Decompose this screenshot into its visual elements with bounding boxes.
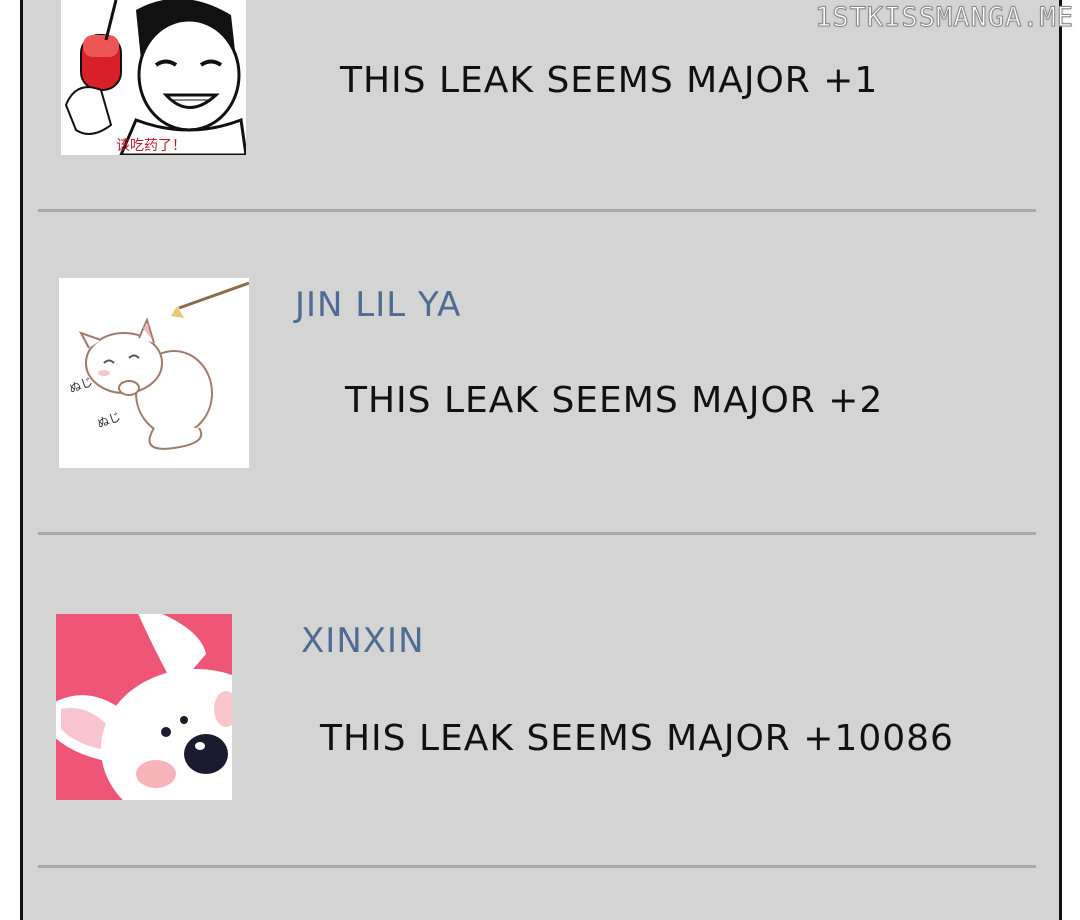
comment-divider [38,532,1036,535]
comment-divider [38,209,1036,212]
comment-username: XINXIN [301,621,425,661]
comment-text: THIS LEAK SEEMS MAJOR +10086 [320,718,954,759]
avatar-caption: 该吃药了！ [116,138,186,154]
comment-username: JIN LIL YA [295,285,462,325]
comment-text: THIS LEAK SEEMS MAJOR +2 [345,380,884,421]
white-cat-avatar-icon: ぬじ ぬじ [59,278,249,468]
site-watermark: 1STKISSMANGA.ME [815,2,1074,34]
laughing-man-pill-avatar-icon: 该吃药了！ [61,0,246,155]
pink-bunny-avatar-icon [56,614,232,800]
comment-divider [38,865,1036,868]
comment-text: THIS LEAK SEEMS MAJOR +1 [340,60,879,101]
